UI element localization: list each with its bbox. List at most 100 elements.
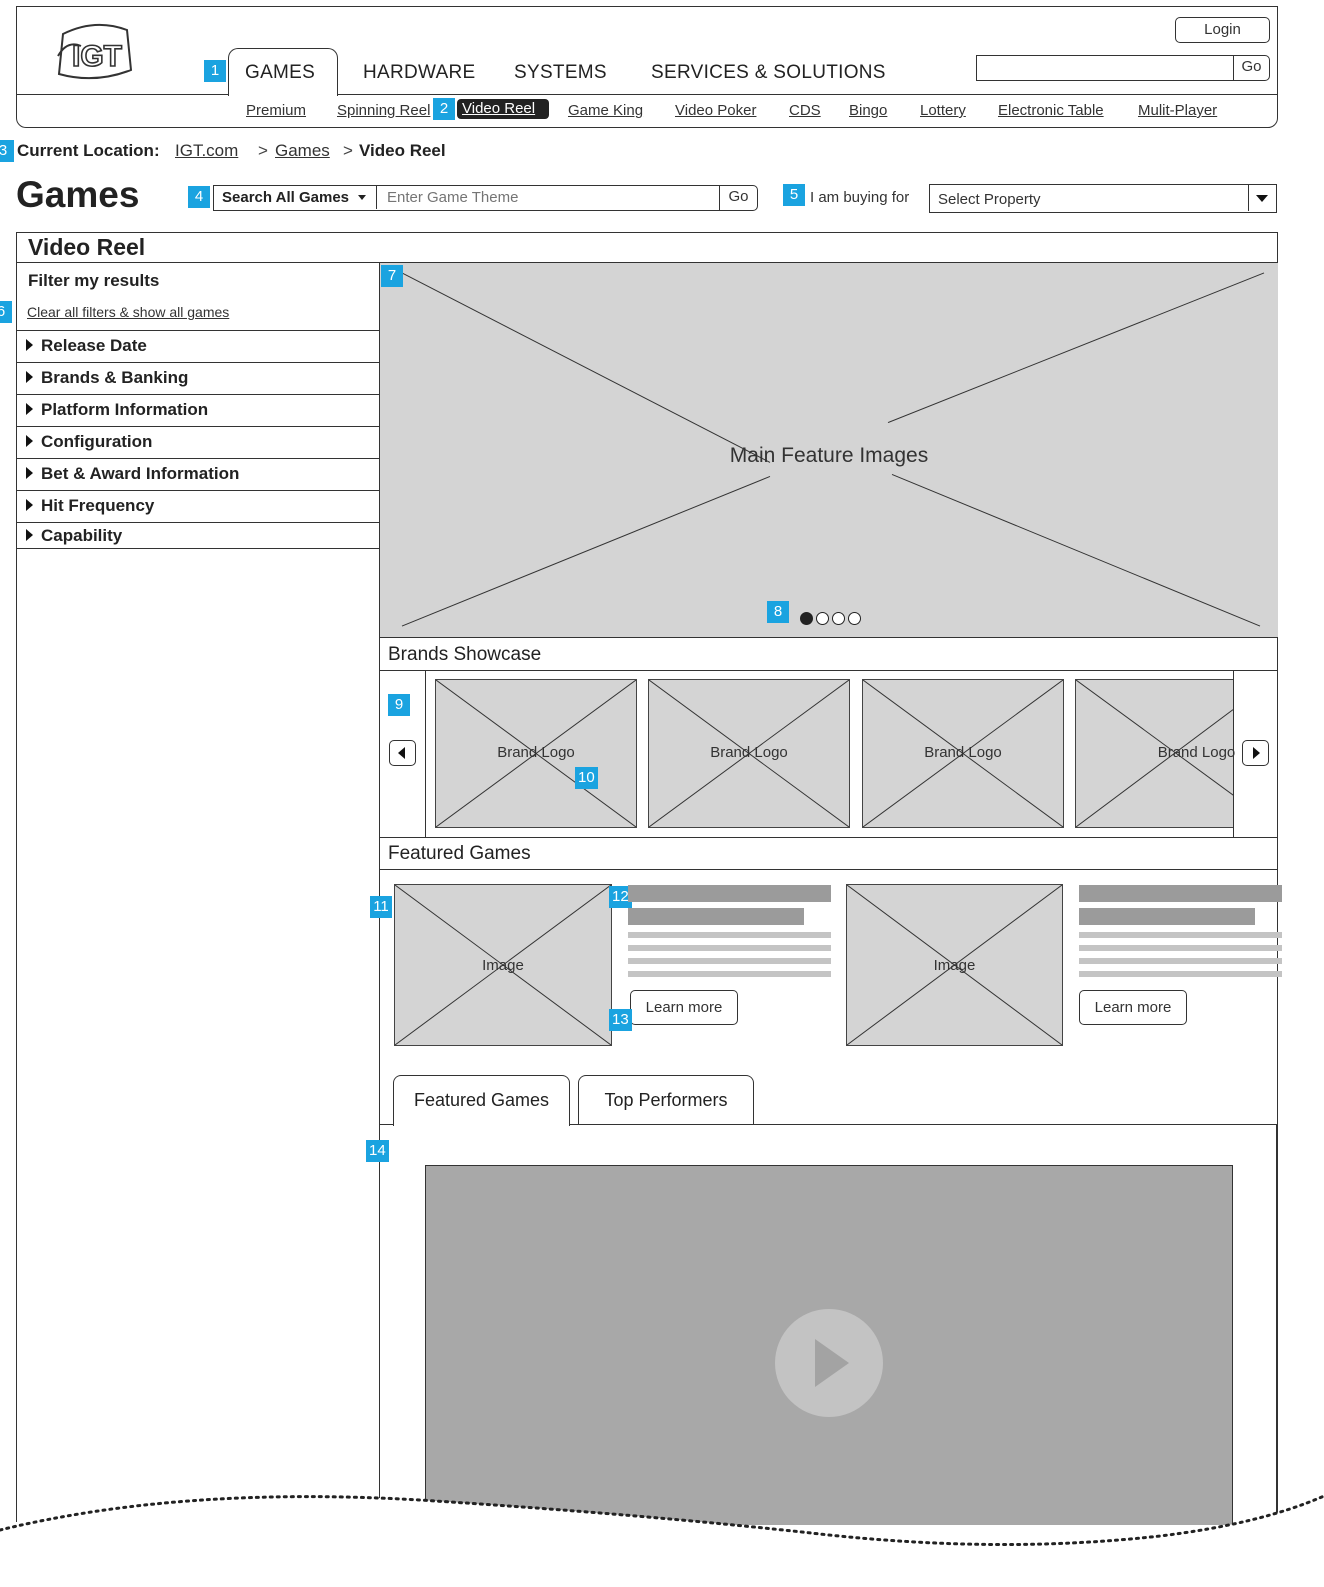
brand-logo-label: Brand Logo [1157, 744, 1236, 761]
brand-logo-tile[interactable]: Brand Logo [648, 679, 850, 828]
subnav-premium[interactable]: Premium [246, 102, 306, 119]
tab-top-performers[interactable]: Top Performers [578, 1075, 754, 1124]
marker-14: 14 [366, 1140, 389, 1162]
filter-release-date[interactable]: Release Date [16, 331, 380, 363]
header-divider [16, 94, 1278, 95]
header-search-go-button[interactable]: Go [1233, 55, 1269, 81]
filter-platform-information[interactable]: Platform Information [16, 395, 380, 427]
brand-logo-tile[interactable]: Brand Logo [435, 679, 637, 828]
carousel-dot-active[interactable] [800, 612, 813, 625]
page-title: Games [16, 174, 140, 215]
caret-right-icon [26, 499, 33, 511]
brands-bottom-divider [380, 837, 1278, 838]
carousel-dot[interactable] [816, 612, 829, 625]
subnav-electronic-table[interactable]: Electronic Table [998, 102, 1104, 119]
carousel-dot[interactable] [832, 612, 845, 625]
brands-prev-button[interactable] [389, 740, 416, 766]
nav-hardware[interactable]: HARDWARE [363, 62, 476, 84]
marker-2: 2 [433, 98, 455, 120]
title-placeholder-bar [628, 885, 831, 902]
text-placeholder-line [628, 958, 831, 964]
game-search-bar: Search All Games Go [213, 185, 758, 211]
breadcrumb-current: Video Reel [359, 141, 446, 160]
subnav-game-king[interactable]: Game King [568, 102, 643, 119]
brands-showcase-title: Brands Showcase [388, 644, 542, 665]
featured-game-image[interactable]: Image [846, 884, 1063, 1046]
play-button[interactable] [775, 1309, 883, 1417]
nav-services-solutions[interactable]: SERVICES & SOLUTIONS [651, 62, 886, 84]
caret-left-icon [398, 747, 405, 759]
marker-13: 13 [609, 1009, 632, 1031]
property-select-value: Select Property [938, 191, 1041, 208]
marker-4: 4 [188, 186, 210, 208]
breadcrumb-igt[interactable]: IGT.com [175, 141, 238, 161]
filter-label: Bet & Award Information [41, 464, 240, 483]
marker-9: 9 [388, 694, 410, 716]
igt-logo[interactable]: IGT [55, 20, 135, 82]
marker-1: 1 [204, 60, 226, 82]
filter-label: Hit Frequency [41, 496, 155, 515]
brand-logo-tile[interactable]: Brand Logo [862, 679, 1064, 828]
search-scope-dropdown[interactable]: Search All Games [214, 186, 377, 209]
caret-right-icon [26, 467, 33, 479]
breadcrumb-separator: > [343, 141, 353, 160]
torn-page-edge [0, 1494, 1324, 1587]
featured-games-title: Featured Games [388, 843, 531, 864]
caret-right-icon [26, 339, 33, 351]
filter-capability[interactable]: Capability [16, 522, 380, 549]
subnav-lottery[interactable]: Lottery [920, 102, 966, 119]
subnav-video-poker[interactable]: Video Poker [675, 102, 756, 119]
game-theme-input[interactable] [379, 186, 719, 209]
learn-more-button[interactable]: Learn more [1079, 990, 1187, 1025]
hero-label: Main Feature Images [729, 444, 929, 467]
main-feature-carousel[interactable]: Main Feature Images [380, 263, 1278, 638]
filter-heading: Filter my results [28, 271, 160, 290]
header-search-input[interactable] [977, 56, 1233, 79]
property-select[interactable]: Select Property [929, 184, 1277, 213]
caret-right-icon [26, 403, 33, 415]
breadcrumb-games[interactable]: Games [275, 141, 330, 161]
filter-label: Platform Information [41, 400, 209, 419]
nav-games[interactable]: GAMES [245, 62, 315, 84]
brand-logo-label: Brand Logo [710, 744, 788, 761]
search-scope-label: Search All Games [222, 189, 350, 206]
filter-label: Capability [41, 526, 123, 545]
marker-5: 5 [783, 184, 805, 206]
marker-7: 7 [381, 265, 403, 287]
filter-label: Release Date [41, 336, 147, 355]
buying-for-label: I am buying for [810, 189, 910, 206]
nav-systems[interactable]: SYSTEMS [514, 62, 607, 84]
play-icon [815, 1339, 849, 1387]
filter-configuration[interactable]: Configuration [16, 427, 380, 459]
game-search-go-button[interactable]: Go [719, 185, 757, 211]
text-placeholder-line [1079, 932, 1282, 938]
marker-3: 3 [0, 140, 14, 162]
carousel-dot[interactable] [848, 612, 861, 625]
text-placeholder-line [1079, 971, 1282, 977]
video-player[interactable] [425, 1165, 1233, 1525]
image-label: Image [933, 957, 976, 974]
login-button[interactable]: Login [1175, 17, 1270, 43]
subnav-bingo[interactable]: Bingo [849, 102, 887, 119]
subnav-spinning-reel[interactable]: Spinning Reel [337, 102, 430, 119]
title-placeholder-bar [1079, 885, 1282, 902]
clear-filters-link[interactable]: Clear all filters & show all games [27, 304, 229, 320]
tab-featured-games[interactable]: Featured Games [393, 1075, 570, 1126]
chevron-down-icon [358, 195, 367, 200]
chevron-down-icon [1256, 195, 1268, 202]
filter-hit-frequency[interactable]: Hit Frequency [16, 491, 380, 523]
text-placeholder-line [1079, 958, 1282, 964]
subnav-multi-player[interactable]: Mulit-Player [1138, 102, 1217, 119]
learn-more-button[interactable]: Learn more [630, 990, 738, 1025]
brand-logo-tile[interactable]: Brand Logo [1075, 679, 1235, 828]
featured-game-image[interactable]: Image [394, 884, 612, 1046]
subnav-cds[interactable]: CDS [789, 102, 821, 119]
filter-bet-award[interactable]: Bet & Award Information [16, 459, 380, 491]
text-placeholder-line [628, 945, 831, 951]
subnav-video-reel[interactable]: Video Reel [457, 99, 550, 119]
marker-6: 6 [0, 301, 12, 323]
section-title: Video Reel [28, 234, 146, 260]
filter-brands-banking[interactable]: Brands & Banking [16, 363, 380, 395]
filter-label: Configuration [41, 432, 153, 451]
marker-10: 10 [575, 767, 598, 789]
